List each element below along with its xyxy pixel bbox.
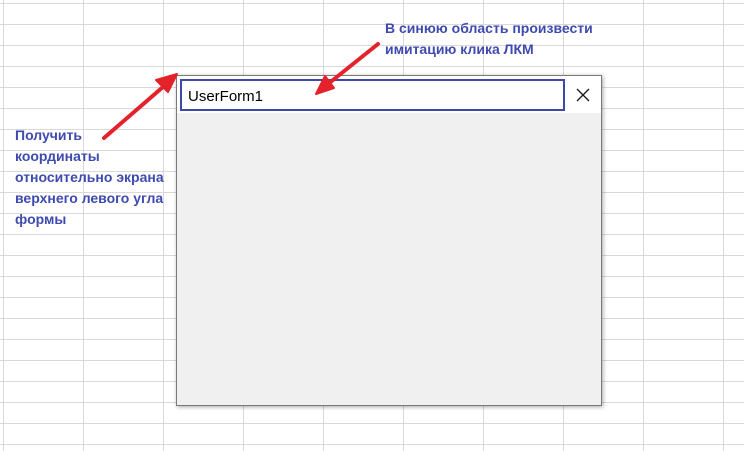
- annotation-left-line: верхнего левого угла: [15, 190, 164, 206]
- close-icon: [576, 88, 590, 102]
- annotation-left-line: координаты: [15, 148, 100, 164]
- close-button[interactable]: [567, 79, 599, 111]
- annotation-left-line: формы: [15, 211, 67, 227]
- title-click-area[interactable]: UserForm1: [180, 79, 565, 111]
- annotation-left-line: Получить: [15, 127, 82, 143]
- userform-window: UserForm1: [176, 75, 602, 406]
- annotation-top-line: имитацию клика ЛКМ: [385, 41, 534, 57]
- annotation-left-line: относительно экрана: [15, 169, 164, 185]
- userform-title: UserForm1: [188, 88, 264, 105]
- annotation-top: В синюю область произвести имитацию клик…: [385, 18, 625, 60]
- annotation-left: Получить координаты относительно экрана …: [15, 125, 185, 230]
- annotation-top-line: В синюю область произвести: [385, 20, 593, 36]
- userform-titlebar: UserForm1: [177, 76, 601, 113]
